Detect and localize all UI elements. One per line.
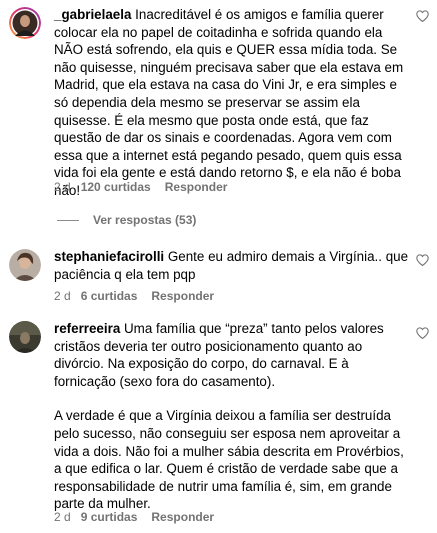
heart-icon[interactable]	[416, 254, 429, 266]
heart-icon[interactable]	[416, 10, 429, 22]
avatar[interactable]	[9, 7, 41, 39]
reply-button[interactable]: Responder	[165, 180, 228, 194]
replies-divider	[57, 219, 79, 221]
view-replies-label: Ver respostas (53)	[93, 213, 197, 227]
likes-count[interactable]: 9 curtidas	[81, 510, 138, 524]
view-replies-button[interactable]: Ver respostas (53)	[57, 213, 196, 227]
comment-time[interactable]: 2 d	[54, 510, 71, 524]
username[interactable]: referreeira	[54, 321, 120, 336]
comment-text: Inacreditável é os amigos e família quer…	[54, 7, 404, 198]
username[interactable]: stephaniefacirolli	[54, 249, 164, 264]
avatar[interactable]	[9, 321, 41, 353]
comment-time[interactable]: 2 d	[54, 289, 71, 303]
username[interactable]: _gabrielaela	[54, 7, 131, 22]
reply-button[interactable]: Responder	[151, 289, 214, 303]
comment-time[interactable]: 2 d	[54, 180, 71, 194]
comment-meta: 2 d 6 curtidas Responder	[54, 289, 214, 303]
avatar[interactable]	[9, 249, 41, 281]
reply-button[interactable]: Responder	[151, 510, 214, 524]
likes-count[interactable]: 120 curtidas	[81, 180, 151, 194]
comment-meta: 2 d 120 curtidas Responder	[54, 180, 227, 194]
comment-meta: 2 d 9 curtidas Responder	[54, 510, 214, 524]
heart-icon[interactable]	[416, 327, 429, 339]
comment-text-paragraph: A verdade é que a Virgínia deixou a famí…	[54, 408, 404, 512]
likes-count[interactable]: 6 curtidas	[81, 289, 138, 303]
